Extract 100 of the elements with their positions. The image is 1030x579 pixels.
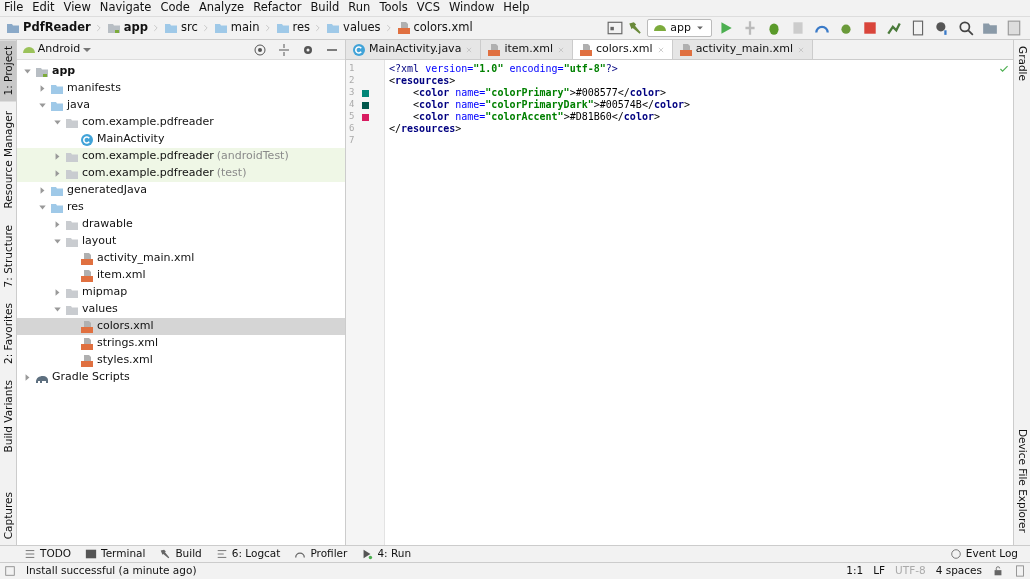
- folder-icon[interactable]: [982, 20, 998, 36]
- side-tab[interactable]: 7: Structure: [0, 219, 16, 294]
- side-tab[interactable]: Resource Manager: [0, 105, 16, 215]
- side-tab[interactable]: Captures: [0, 485, 16, 545]
- color-swatch[interactable]: [362, 113, 370, 121]
- device-icon[interactable]: [910, 20, 926, 36]
- breadcrumb-item[interactable]: src: [164, 19, 198, 37]
- menu-item[interactable]: File: [4, 0, 24, 17]
- color-swatch[interactable]: [362, 89, 370, 97]
- menu-item[interactable]: Window: [448, 0, 495, 17]
- side-tab[interactable]: 2: Favorites: [0, 297, 16, 371]
- terminal-icon: [85, 548, 98, 560]
- run-icon: [361, 548, 374, 560]
- menu-item[interactable]: Tools: [379, 0, 408, 17]
- folder-icon: [213, 21, 228, 35]
- menu-item[interactable]: Build: [310, 0, 340, 17]
- tree-item[interactable]: colors.xml: [17, 318, 345, 335]
- run-icon[interactable]: [718, 20, 734, 36]
- color-swatch[interactable]: [362, 101, 370, 109]
- tool-window-button[interactable]: Profiler: [294, 546, 348, 562]
- tree-item[interactable]: strings.xml: [17, 335, 345, 352]
- tool-window-button[interactable]: TODO: [24, 546, 72, 562]
- line-number: 7: [349, 134, 355, 148]
- tool-window-button[interactable]: 4: Run: [361, 546, 412, 562]
- tree-item[interactable]: manifests: [17, 80, 345, 97]
- tree-item[interactable]: Gradle Scripts: [17, 369, 345, 386]
- tool-window-button[interactable]: Event Log: [949, 546, 1018, 562]
- line-number: 3: [349, 86, 355, 100]
- check-icon: [999, 64, 1009, 74]
- folder-icon: [6, 21, 20, 35]
- menu-item[interactable]: Analyze: [198, 0, 245, 17]
- tree-item[interactable]: java: [17, 97, 345, 114]
- collapse-arrow-icon[interactable]: [37, 203, 47, 212]
- hammer-icon[interactable]: [627, 20, 644, 36]
- menu-item[interactable]: Navigate: [99, 0, 152, 17]
- menu-item[interactable]: VCS: [416, 0, 440, 17]
- todo-icon: [24, 548, 36, 560]
- tool-window-button[interactable]: Terminal: [85, 546, 146, 562]
- view-dropdown[interactable]: Android: [23, 41, 92, 58]
- side-tab[interactable]: Gradle: [1014, 40, 1030, 87]
- code-line: <?xml version="1.0" encoding="utf-8"?>: [389, 63, 618, 75]
- tree-item[interactable]: res: [17, 199, 345, 216]
- caret-position[interactable]: 1:1: [846, 563, 864, 579]
- tree-item[interactable]: layout: [17, 233, 345, 250]
- menu-item[interactable]: View: [63, 0, 91, 17]
- line-number: 6: [349, 122, 355, 136]
- side-tab[interactable]: Build Variants: [0, 374, 16, 459]
- tree-item[interactable]: item.xml: [17, 267, 345, 284]
- tool-window-button[interactable]: 6: Logcat: [215, 546, 281, 562]
- collapse-arrow-icon[interactable]: [52, 305, 62, 314]
- menu-item[interactable]: Code: [160, 0, 190, 17]
- run-configuration-dropdown[interactable]: app: [647, 19, 712, 37]
- side-tab[interactable]: Device File Explorer: [1014, 423, 1030, 539]
- xml-file-icon: [80, 268, 94, 283]
- breadcrumb-item[interactable]: app: [106, 19, 149, 37]
- locate-icon[interactable]: [253, 42, 267, 57]
- line-separator[interactable]: LF: [873, 563, 886, 579]
- tool-window-button[interactable]: Build: [159, 546, 202, 562]
- editor-tab[interactable]: colors.xml: [573, 40, 673, 59]
- xml-file-icon: [80, 353, 94, 368]
- indent-setting[interactable]: 4 spaces: [935, 563, 982, 579]
- menu-item[interactable]: Help: [503, 0, 530, 17]
- tree-item[interactable]: com.example.pdfreader: [17, 114, 345, 131]
- side-tab[interactable]: 1: Project: [0, 40, 16, 102]
- lock-icon[interactable]: [992, 565, 1004, 577]
- breadcrumb-item[interactable]: PdfReader: [6, 19, 91, 37]
- search-icon[interactable]: [958, 20, 974, 36]
- tree-item[interactable]: com.example.pdfreader (androidTest): [17, 148, 345, 165]
- breadcrumb-item[interactable]: res: [275, 19, 311, 37]
- stop-icon[interactable]: [862, 20, 878, 36]
- android-icon: [23, 46, 35, 53]
- logcat-icon: [215, 548, 228, 560]
- xml-file-icon: [487, 42, 502, 57]
- folder-icon: [164, 21, 179, 35]
- tree-item[interactable]: mipmap: [17, 284, 345, 301]
- xml-file-icon: [678, 42, 693, 57]
- tree-item[interactable]: com.example.pdfreader (test): [17, 165, 345, 182]
- tree-item[interactable]: drawable: [17, 216, 345, 233]
- menu-item[interactable]: Run: [348, 0, 371, 17]
- editor-tab[interactable]: activity_main.xml: [672, 40, 813, 59]
- tree-item[interactable]: generatedJava: [17, 182, 345, 199]
- tree-item[interactable]: values: [17, 301, 345, 318]
- xml-file-icon: [80, 336, 94, 351]
- menu-item[interactable]: Edit: [32, 0, 55, 17]
- editor-tab[interactable]: item.xml: [481, 40, 573, 59]
- breadcrumb-item[interactable]: values: [326, 19, 381, 37]
- editor-tab[interactable]: MainActivity.java: [346, 40, 482, 59]
- collapse-arrow-icon[interactable]: [22, 67, 32, 76]
- tree-item[interactable]: styles.xml: [17, 352, 345, 369]
- breadcrumb-item[interactable]: colors.xml: [396, 19, 473, 37]
- tree-item[interactable]: activity_main.xml: [17, 250, 345, 267]
- breadcrumb-item[interactable]: main: [213, 19, 260, 37]
- xml-file-icon: [579, 42, 593, 57]
- chevron-icon: [384, 22, 393, 34]
- tree-item[interactable]: app: [17, 63, 345, 80]
- tree-item[interactable]: MainActivity: [17, 131, 345, 148]
- collapse-arrow-icon[interactable]: [52, 237, 62, 246]
- class-icon: [352, 42, 366, 57]
- code-line: <color name="colorAccent">#D81B60</color>: [412, 111, 660, 123]
- menu-item[interactable]: Refactor: [253, 0, 302, 17]
